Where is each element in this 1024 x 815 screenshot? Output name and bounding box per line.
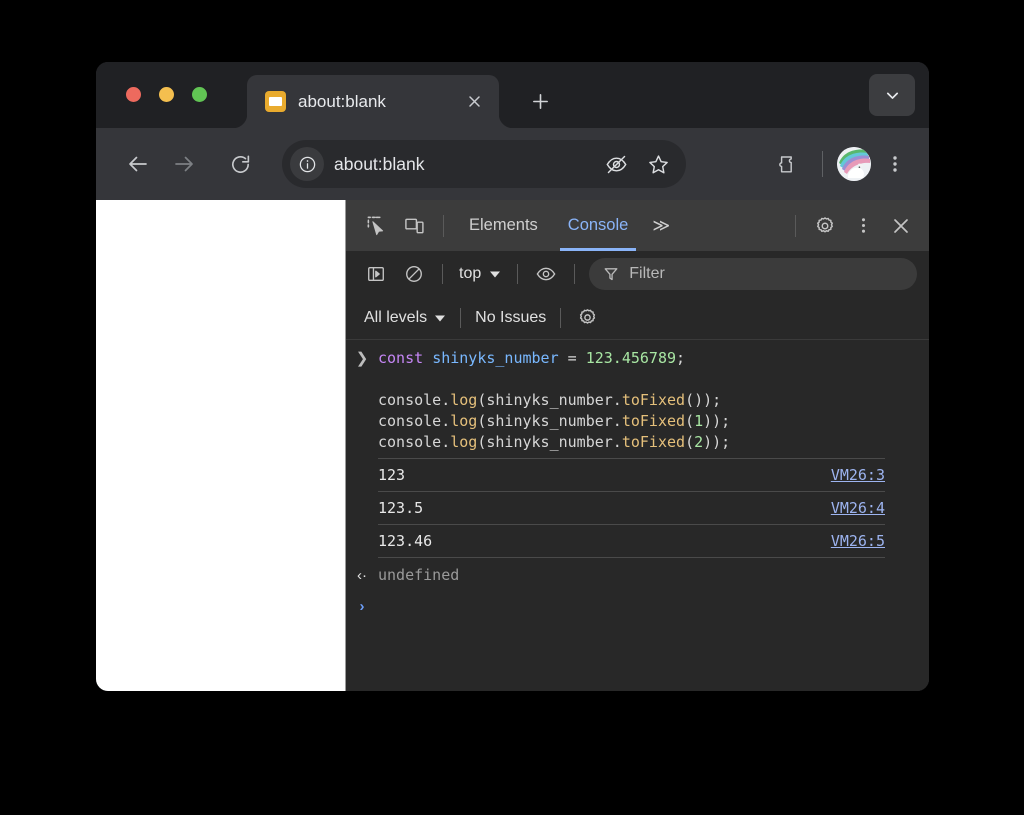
console-input-line: console.log(shinyks_number.toFixed()); (378, 391, 722, 409)
log-levels-label: All levels (364, 308, 428, 326)
devtools-tabbar-divider-2 (795, 214, 796, 237)
maximize-window-button[interactable] (192, 87, 207, 102)
three-dots-vertical-icon[interactable] (875, 144, 915, 184)
forward-button[interactable] (164, 144, 204, 184)
execution-context-selector[interactable]: top (453, 265, 507, 283)
console-log-row: 123.5 VM26:4 (378, 491, 885, 525)
star-icon[interactable] (642, 148, 674, 180)
console-toolbar-divider (442, 263, 443, 284)
execution-context-label: top (459, 264, 482, 282)
minimize-window-button[interactable] (159, 87, 174, 102)
console-filter-input[interactable]: Filter (589, 257, 917, 290)
console-input-line: console.log(shinyks_number.toFixed(2)); (378, 433, 731, 451)
console-input-line: console.log(shinyks_number.toFixed(1)); (378, 412, 731, 430)
close-icon[interactable] (883, 208, 919, 244)
console-log-entries: 123 VM26:3 123.5 VM26:4 123.46 VM26:5 (346, 458, 929, 558)
console-input-code: const shinyks_number = 123.456789; conso… (378, 348, 929, 453)
chevron-right-icon: ❯ (355, 350, 369, 367)
browser-toolbar: about:blank (96, 128, 929, 200)
unicorn-avatar[interactable] (837, 147, 871, 181)
console-sidebar-icon[interactable] (358, 256, 394, 292)
log-levels-dropdown[interactable]: All levels (358, 309, 452, 327)
console-filterbar: All levels No Issues (346, 296, 929, 340)
console-input-line: const shinyks_number = 123.456789; (378, 349, 686, 367)
more-tabs-icon[interactable]: ≫ (644, 216, 676, 236)
console-input-line (378, 369, 929, 390)
console-toolbar-divider-3 (574, 263, 576, 284)
console-toolbar: top Filter (346, 251, 929, 296)
console-prompt[interactable]: › (346, 587, 929, 618)
eye-slash-icon[interactable] (600, 148, 632, 180)
viewport-row: Elements Console ≫ top Filter All levels… (96, 200, 929, 691)
page-viewport[interactable] (96, 200, 345, 691)
tab-console[interactable]: Console (554, 200, 643, 251)
reload-button[interactable] (220, 144, 260, 184)
address-bar[interactable]: about:blank (282, 140, 686, 188)
browser-window: about:blank about:blank Elements Console… (96, 62, 929, 691)
devtools-tabbar-right (786, 208, 919, 244)
console-filter-placeholder: Filter (629, 264, 665, 282)
console-log-source-link[interactable]: VM26:4 (831, 499, 885, 517)
issues-status[interactable]: No Issues (469, 309, 552, 327)
close-icon[interactable] (461, 89, 487, 115)
tab-elements[interactable]: Elements (455, 200, 552, 251)
devtools-panel: Elements Console ≫ top Filter All levels… (345, 200, 929, 691)
three-dots-vertical-icon[interactable] (845, 208, 881, 244)
toolbar-divider (822, 151, 823, 177)
gear-icon[interactable] (569, 300, 605, 336)
eye-icon[interactable] (528, 256, 564, 292)
tab-strip: about:blank (96, 62, 929, 128)
console-toolbar-divider-2 (517, 263, 519, 284)
console-log-source-link[interactable]: VM26:3 (831, 466, 885, 484)
toolbar-right-actions (768, 144, 915, 184)
puzzle-piece-icon[interactable] (768, 144, 808, 184)
address-bar-url: about:blank (334, 153, 425, 174)
devtools-tabbar: Elements Console ≫ (346, 200, 929, 251)
console-log-value: 123.46 (378, 532, 433, 550)
chevron-down-icon (434, 312, 446, 324)
info-circle-icon[interactable] (290, 147, 324, 181)
tab-search-button[interactable] (869, 74, 915, 116)
chevron-right-icon: › (359, 598, 365, 615)
close-window-button[interactable] (126, 87, 141, 102)
chevron-down-icon (489, 268, 501, 280)
console-log-row: 123 VM26:3 (378, 458, 885, 492)
window-traffic-lights (126, 87, 207, 102)
console-log-source-link[interactable]: VM26:5 (831, 532, 885, 550)
clear-console-icon[interactable] (396, 256, 432, 292)
devtools-tabbar-divider (443, 214, 444, 237)
back-button[interactable] (118, 144, 158, 184)
filterbar-divider (460, 307, 462, 328)
tab-area: about:blank (247, 62, 555, 128)
device-toolbar-icon[interactable] (396, 208, 432, 244)
console-result-value: undefined (378, 566, 460, 584)
gear-icon[interactable] (807, 208, 843, 244)
inspect-element-icon[interactable] (358, 208, 394, 244)
tab-title: about:blank (298, 91, 386, 111)
browser-tab[interactable]: about:blank (247, 75, 499, 128)
console-input-entry: ❯ const shinyks_number = 123.456789; con… (346, 340, 929, 459)
console-log-row: 123.46 VM26:5 (378, 524, 885, 558)
console-result-entry: ‹· undefined (346, 558, 929, 587)
filter-funnel-icon (603, 266, 619, 282)
filterbar-divider-2 (560, 307, 562, 328)
new-tab-button[interactable] (525, 86, 555, 116)
page-favicon (265, 91, 286, 112)
console-output[interactable]: ❯ const shinyks_number = 123.456789; con… (346, 340, 929, 691)
result-arrow-icon: ‹· (357, 567, 367, 584)
console-log-value: 123 (378, 466, 406, 484)
console-log-value: 123.5 (378, 499, 424, 517)
